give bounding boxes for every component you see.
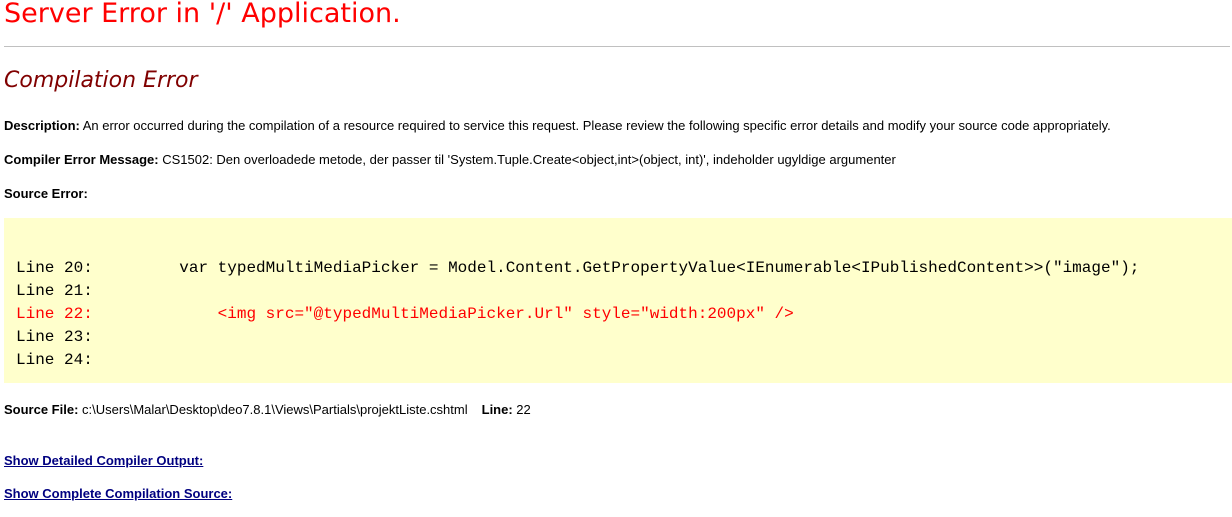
line-number: Line 20: xyxy=(16,259,93,277)
code-line: Line 24: xyxy=(16,350,93,370)
source-file-path: c:\Users\Malar\Desktop\deo7.8.1\Views\Pa… xyxy=(78,402,468,417)
description-paragraph: Description: An error occurred during th… xyxy=(4,118,1111,133)
line-code: var typedMultiMediaPicker = Model.Conten… xyxy=(140,259,1140,277)
code-line: Line 21: xyxy=(16,281,93,301)
code-line: Line 23: xyxy=(16,327,93,347)
source-file-paragraph: Source File: c:\Users\Malar\Desktop\deo7… xyxy=(4,402,531,417)
source-error-label: Source Error: xyxy=(4,186,88,201)
compiler-error-message-label: Compiler Error Message: xyxy=(4,152,159,167)
page-title: Server Error in '/' Application. xyxy=(4,0,401,29)
source-code-block: Line 20: var typedMultiMediaPicker = Mod… xyxy=(4,218,1232,383)
line-value: 22 xyxy=(512,402,531,417)
line-number: Line 22: xyxy=(16,305,93,323)
code-line: Line 20: var typedMultiMediaPicker = Mod… xyxy=(16,258,1139,278)
source-file-label: Source File: xyxy=(4,402,79,417)
description-text: An error occurred during the compilation… xyxy=(79,118,1111,133)
line-code: <img src="@typedMultiMediaPicker.Url" st… xyxy=(140,305,794,323)
error-subtitle: Compilation Error xyxy=(4,68,198,93)
horizontal-rule xyxy=(4,46,1230,47)
show-complete-compilation-source-link[interactable]: Show Complete Compilation Source: xyxy=(4,486,232,501)
show-detailed-compiler-output-link[interactable]: Show Detailed Compiler Output: xyxy=(4,453,203,468)
source-error-paragraph: Source Error: xyxy=(4,186,88,201)
description-label: Description: xyxy=(4,118,80,133)
line-number: Line 23: xyxy=(16,328,93,346)
code-line-error: Line 22: <img src="@typedMultiMediaPicke… xyxy=(16,304,794,324)
compiler-error-message-paragraph: Compiler Error Message: CS1502: Den over… xyxy=(4,152,896,167)
line-number: Line 21: xyxy=(16,282,93,300)
line-label: Line: xyxy=(481,402,513,417)
line-number: Line 24: xyxy=(16,351,93,369)
compiler-error-message-text: CS1502: Den overloadede metode, der pass… xyxy=(158,152,896,167)
